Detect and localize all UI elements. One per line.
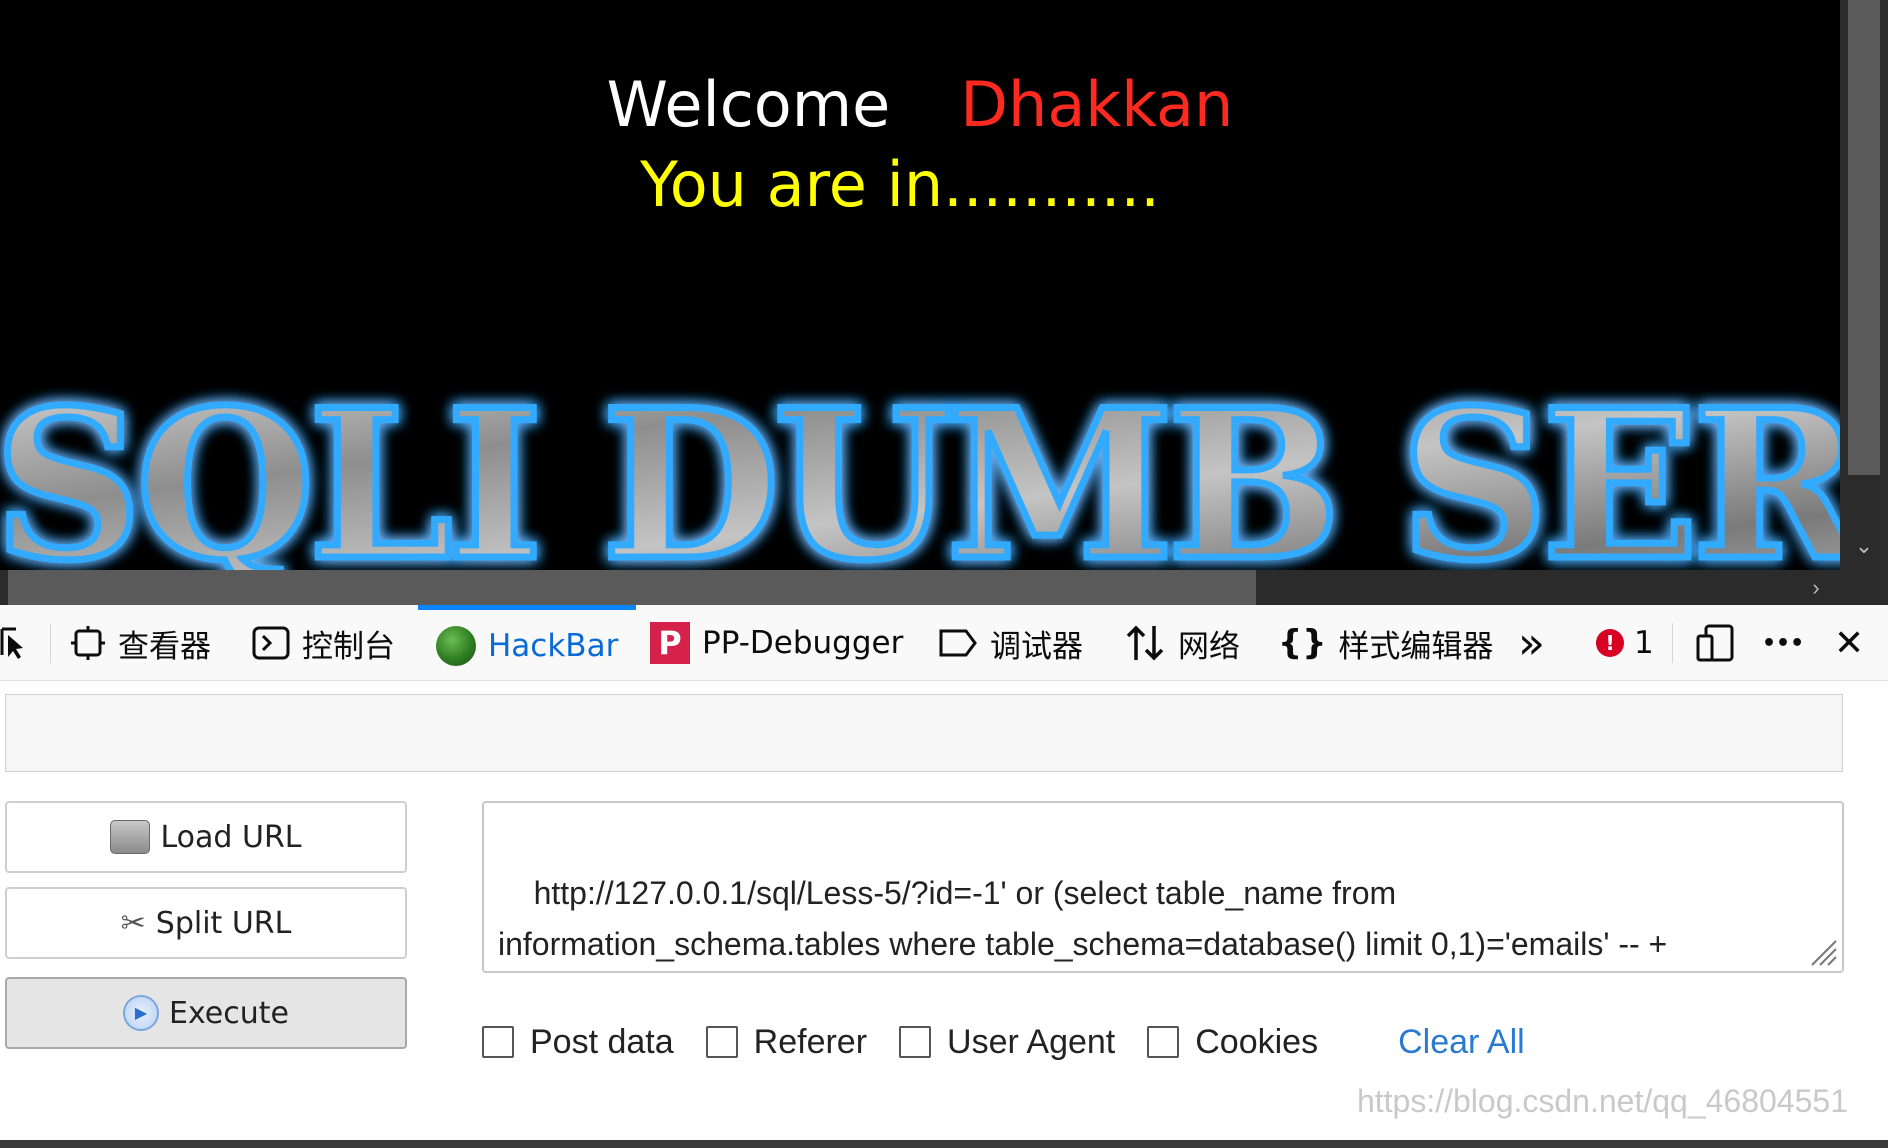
inspector-icon (70, 625, 106, 661)
hackbar-icon (436, 625, 476, 666)
load-url-button[interactable]: Load URL (5, 801, 407, 873)
tab-pp-debugger[interactable]: P PP-Debugger (650, 605, 903, 681)
split-url-label: Split URL (155, 905, 292, 941)
tab-hackbar[interactable]: HackBar (418, 605, 637, 681)
vertical-scroll-thumb[interactable] (1848, 0, 1880, 475)
sqli-dumb-series-banner: SQLI DUMB SER (0, 363, 1888, 606)
execute-icon: ▶ (123, 995, 159, 1031)
post-data-label: Post data (530, 1022, 674, 1061)
url-text: http://127.0.0.1/sql/Less-5/?id=-1' or (… (498, 875, 1668, 962)
menu-button[interactable]: ••• (1762, 605, 1804, 681)
tab-network-label: 网络 (1178, 628, 1240, 665)
tab-pp-debugger-label: PP-Debugger (702, 625, 904, 661)
referer-checkbox[interactable] (705, 1026, 738, 1058)
tab-style-editor-label: 样式编辑器 (1338, 628, 1494, 665)
cookies-checkbox[interactable] (1147, 1026, 1180, 1058)
element-picker-button[interactable] (0, 605, 42, 681)
devtools-panel: 查看器 控制台 HackBar P PP-Debugger 调试器 网络 {} … (0, 605, 1888, 1143)
load-url-label: Load URL (160, 819, 302, 855)
cookies-option[interactable]: Cookies (1147, 1023, 1318, 1062)
network-icon (1124, 624, 1166, 662)
resize-grip-icon[interactable] (1806, 935, 1838, 967)
referer-label: Referer (753, 1022, 868, 1061)
user-agent-label: User Agent (947, 1022, 1116, 1061)
load-url-icon (110, 820, 151, 854)
close-icon: ✕ (1834, 622, 1865, 664)
element-picker-icon (0, 625, 30, 661)
url-textarea[interactable]: http://127.0.0.1/sql/Less-5/?id=-1' or (… (482, 801, 1844, 973)
user-agent-option[interactable]: User Agent (899, 1023, 1115, 1062)
page-viewport: Welcome Dhakkan You are in........... SQL… (0, 0, 1888, 605)
more-options-icon: ••• (1762, 630, 1805, 656)
user-name: Dhakkan (960, 68, 1234, 141)
error-count: 1 (1634, 625, 1654, 661)
pp-debugger-icon: P (650, 622, 690, 664)
toolbar-separator (1672, 623, 1673, 663)
close-devtools-button[interactable]: ✕ (1834, 605, 1864, 681)
debugger-icon (938, 628, 978, 658)
split-url-button[interactable]: ✂ Split URL (5, 887, 407, 959)
tab-style-editor[interactable]: {} 样式编辑器 (1278, 605, 1493, 681)
tab-console-label: 控制台 (302, 628, 395, 665)
banner-text: SQLI DUMB SER (0, 382, 1864, 582)
watermark: https://blog.csdn.net/qq_46804551 (1356, 1083, 1848, 1119)
clear-all-link[interactable]: Clear All (1398, 1023, 1525, 1062)
request-options: Post data Referer User Agent Cookies Cle… (482, 1017, 1525, 1067)
horizontal-scrollbar[interactable]: › (0, 570, 1840, 605)
devtools-toolbar: 查看器 控制台 HackBar P PP-Debugger 调试器 网络 {} … (0, 605, 1888, 681)
referer-option[interactable]: Referer (705, 1022, 868, 1062)
scissors-icon: ✂ (120, 905, 146, 941)
post-data-option[interactable]: Post data (482, 1023, 674, 1062)
responsive-design-button[interactable] (1696, 605, 1748, 681)
execute-button[interactable]: ▶ Execute (5, 977, 407, 1049)
cookies-label: Cookies (1195, 1022, 1319, 1061)
tab-hackbar-label: HackBar (488, 627, 619, 664)
console-icon (252, 626, 290, 660)
tab-network[interactable]: 网络 (1124, 605, 1240, 681)
window-bottom-edge (0, 1140, 1888, 1148)
vertical-scrollbar[interactable]: ⌄ (1840, 0, 1888, 570)
user-agent-checkbox[interactable] (899, 1026, 932, 1058)
execute-label: Execute (169, 995, 289, 1031)
welcome-text: Welcome (606, 68, 891, 141)
hackbar-menu-strip (5, 694, 1843, 772)
scroll-right-arrow-icon[interactable]: › (1792, 570, 1840, 605)
scroll-down-arrow-icon[interactable]: ⌄ (1840, 528, 1888, 564)
tab-debugger-label: 调试器 (990, 628, 1083, 665)
tab-debugger[interactable]: 调试器 (938, 605, 1083, 681)
tab-inspector-label: 查看器 (118, 628, 211, 665)
post-data-checkbox[interactable] (482, 1026, 514, 1058)
error-count-button[interactable]: ! 1 (1596, 605, 1654, 681)
toolbar-separator (50, 623, 51, 663)
more-tools-button[interactable]: » (1518, 605, 1545, 681)
login-status: You are in........... (640, 148, 1160, 221)
scrollbar-corner (1840, 570, 1888, 605)
responsive-design-icon (1696, 624, 1736, 662)
style-editor-icon: {} (1278, 623, 1327, 663)
horizontal-scroll-thumb[interactable] (8, 570, 1256, 605)
error-icon: ! (1596, 629, 1624, 657)
tab-inspector[interactable]: 查看器 (70, 605, 211, 681)
tab-console[interactable]: 控制台 (252, 605, 395, 681)
chevron-double-right-icon: » (1518, 617, 1545, 669)
welcome-line: Welcome Dhakkan (0, 70, 1840, 140)
